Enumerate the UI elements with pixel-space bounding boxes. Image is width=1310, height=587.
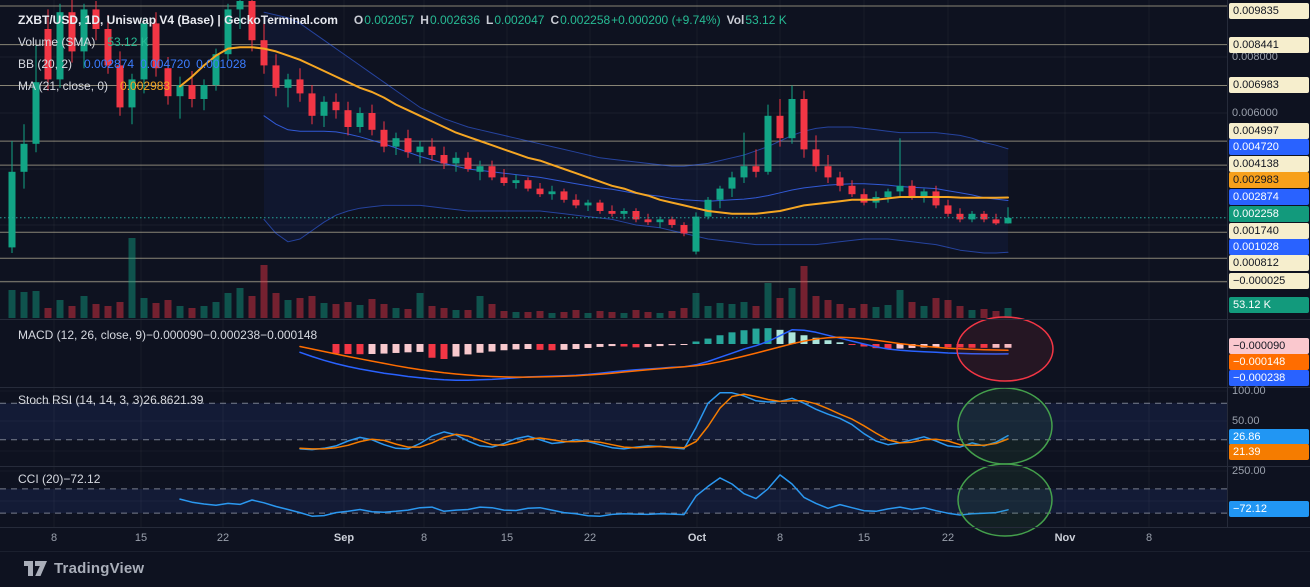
low-label: L [486, 13, 494, 27]
price-axis-label: 0.004997 [1229, 123, 1309, 139]
bb-basis-value: 0.002874 [84, 57, 135, 71]
cci-value: −72.12 [63, 472, 101, 486]
time-axis-tick: 15 [857, 532, 871, 544]
bb-indicator-row: BB (20, 2) 0.002874 0.004720 0.001028 [18, 53, 787, 75]
vol-value: 53.12 K [745, 13, 787, 27]
stoch-k-value: 26.86 [143, 393, 174, 407]
close-label: C [550, 13, 560, 27]
price-axis-label: 53.12 K [1229, 297, 1309, 313]
price-axis-label: 0.008441 [1229, 37, 1309, 53]
price-axis-label: 0.002983 [1229, 172, 1309, 188]
price-axis-label: −0.000148 [1229, 354, 1309, 370]
time-axis-tick: 15 [134, 532, 148, 544]
price-axis-label: −0.000025 [1229, 273, 1309, 289]
macd-indicator-label[interactable]: MACD (12, 26, close, 9) [18, 328, 146, 342]
symbol-row: ZXBT/USD, 1D, Uniswap V4 (Base) | GeckoT… [18, 9, 787, 31]
time-axis-tick: Nov [1054, 532, 1076, 544]
time-axis-tick: Sep [333, 532, 355, 544]
symbol-title[interactable]: ZXBT/USD, 1D, Uniswap V4 (Base) | GeckoT… [18, 13, 338, 27]
price-axis-label: −72.12 [1229, 501, 1309, 517]
volume-indicator-label[interactable]: Volume (SMA) [18, 35, 95, 49]
macd-indicator-row: MACD (12, 26, close, 9)−0.000090−0.00023… [18, 326, 317, 344]
price-axis-label: −0.000090 [1229, 338, 1309, 354]
price-axis-label: 0.001740 [1229, 223, 1309, 239]
bb-upper-value: 0.004720 [140, 57, 191, 71]
volume-indicator-value: 53.12 K [107, 35, 149, 49]
drawing-annotations [956, 316, 1054, 537]
price-axis-label: 0.002258 [1229, 206, 1309, 222]
time-axis-tick: 15 [500, 532, 514, 544]
price-axis-label: 0.002874 [1229, 189, 1309, 205]
vol-label: Vol [726, 13, 745, 27]
tradingview-logo-icon [24, 561, 47, 576]
volume-bars [8, 238, 1012, 318]
price-axis-label: 21.39 [1229, 444, 1309, 460]
open-value: 0.002057 [364, 13, 415, 27]
price-axis-tick: 100.00 [1232, 385, 1266, 397]
low-value: 0.002047 [494, 13, 545, 27]
time-axis-tick: 8 [776, 532, 784, 544]
macd-signal-value: −0.000148 [260, 328, 318, 342]
volume-indicator-row: Volume (SMA) 53.12 K [18, 31, 787, 53]
time-axis-tick: 22 [583, 532, 597, 544]
ma-indicator-row: MA (21, close, 0) 0.002983 [18, 75, 787, 97]
circle-annotation [956, 316, 1054, 382]
macd-signal-line [299, 336, 1009, 378]
price-axis-label: 0.001028 [1229, 239, 1309, 255]
tradingview-logo-text: TradingView [54, 560, 145, 577]
price-axis-tick: 250.00 [1232, 465, 1266, 477]
price-axis-label: 0.000812 [1229, 255, 1309, 271]
change-value: +0.000200 (+9.74%) [611, 13, 721, 27]
close-value: 0.002258 [560, 13, 611, 27]
price-axis-label: 0.004720 [1229, 139, 1309, 155]
chart-window: ZXBT/USD, 1D, Uniswap V4 (Base) | GeckoT… [0, 0, 1310, 587]
macd-line [299, 329, 1009, 382]
time-axis-tick: 8 [420, 532, 428, 544]
time-axis-tick: 8 [50, 532, 58, 544]
time-axis-tick: 22 [216, 532, 230, 544]
ma-indicator-value: 0.002983 [120, 79, 171, 93]
circle-annotation [957, 463, 1053, 537]
price-axis-label: −0.000238 [1229, 370, 1309, 386]
open-label: O [353, 13, 364, 27]
price-axis-label: 0.004138 [1229, 156, 1309, 172]
price-axis-tick: 50.00 [1232, 415, 1260, 427]
high-value: 0.002636 [429, 13, 481, 27]
time-axis-tick: Oct [687, 532, 707, 544]
stoch-d-value: 21.39 [173, 393, 204, 407]
bb-indicator-label[interactable]: BB (20, 2) [18, 57, 72, 71]
bb-lower-value: 0.001028 [196, 57, 247, 71]
price-axis-label: 0.009835 [1229, 3, 1309, 19]
tradingview-watermark[interactable]: TradingView [24, 558, 144, 579]
macd-line-value: −0.000238 [203, 328, 261, 342]
legend: ZXBT/USD, 1D, Uniswap V4 (Base) | GeckoT… [18, 9, 787, 97]
price-axis-tick: 0.006000 [1232, 107, 1278, 119]
circle-annotation [957, 387, 1053, 465]
stoch-indicator-label[interactable]: Stoch RSI (14, 14, 3, 3) [18, 393, 143, 407]
time-axis-tick: 22 [941, 532, 955, 544]
macd-pane [299, 328, 1012, 382]
price-axis-label: 0.006983 [1229, 77, 1309, 93]
ma-indicator-label[interactable]: MA (21, close, 0) [18, 79, 108, 93]
price-axis-label: 26.86 [1229, 429, 1309, 445]
cci-indicator-row: CCI (20)−72.12 [18, 470, 100, 488]
stoch-indicator-row: Stoch RSI (14, 14, 3, 3)26.8621.39 [18, 391, 203, 409]
time-axis-tick: 8 [1145, 532, 1153, 544]
cci-indicator-label[interactable]: CCI (20) [18, 472, 63, 486]
macd-hist-value: −0.000090 [146, 328, 204, 342]
high-label: H [420, 13, 429, 27]
